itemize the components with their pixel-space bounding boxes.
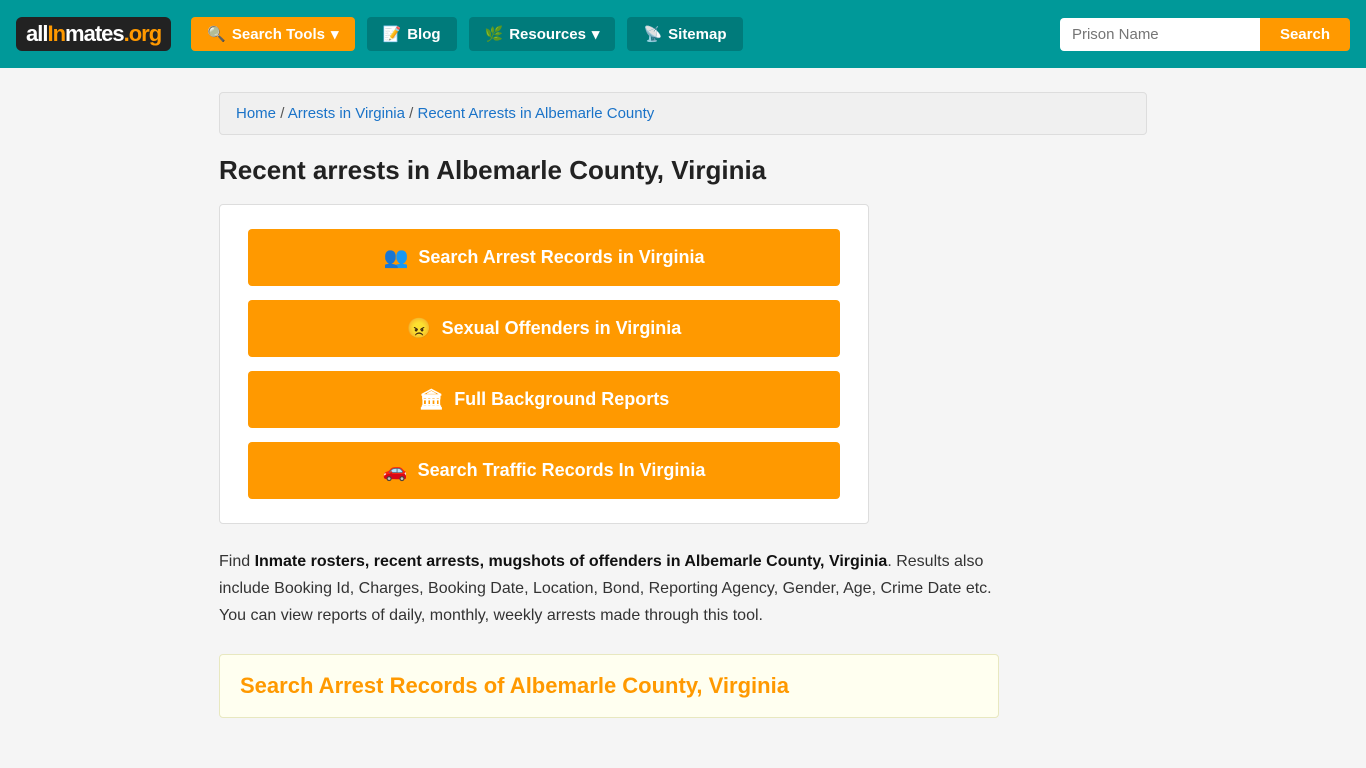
navbar-search: Search xyxy=(1060,18,1350,51)
resources-icon: 🌿 xyxy=(485,25,504,43)
traffic-records-label: Search Traffic Records In Virginia xyxy=(418,460,706,481)
search-tools-label: Search Tools xyxy=(232,26,325,43)
logo-org: .org xyxy=(124,21,162,47)
description: Find Inmate rosters, recent arrests, mug… xyxy=(219,548,999,630)
building-icon: 🏛 xyxy=(419,387,444,412)
navbar-search-label: Search xyxy=(1280,26,1330,43)
logo-all: all xyxy=(26,21,47,47)
breadcrumb-arrests-va[interactable]: Arrests in Virginia xyxy=(288,105,405,122)
sexual-offenders-label: Sexual Offenders in Virginia xyxy=(442,318,682,339)
logo-mates: mates xyxy=(65,21,124,47)
breadcrumb-home[interactable]: Home xyxy=(236,105,276,122)
breadcrumb: Home / Arrests in Virginia / Recent Arre… xyxy=(219,92,1147,135)
offender-icon: 😠 xyxy=(407,316,432,341)
search-tools-button[interactable]: 🔍 Search Tools ▾ xyxy=(191,17,354,51)
sitemap-button[interactable]: 📡 Sitemap xyxy=(627,17,742,51)
background-reports-label: Full Background Reports xyxy=(454,389,669,410)
people-icon: 👥 xyxy=(383,245,408,270)
logo[interactable]: allInmates.org xyxy=(16,17,171,51)
description-bold: Inmate rosters, recent arrests, mugshots… xyxy=(255,553,888,570)
sexual-offenders-button[interactable]: 😠 Sexual Offenders in Virginia xyxy=(248,300,840,357)
blog-button[interactable]: 📝 Blog xyxy=(367,17,457,51)
breadcrumb-current[interactable]: Recent Arrests in Albemarle County xyxy=(418,105,655,122)
page-title: Recent arrests in Albemarle County, Virg… xyxy=(219,155,1147,186)
blog-label: Blog xyxy=(407,26,440,43)
section-box: Search Arrest Records of Albemarle Count… xyxy=(219,654,999,718)
background-reports-button[interactable]: 🏛 Full Background Reports xyxy=(248,371,840,428)
chevron-down-icon-2: ▾ xyxy=(592,25,600,43)
breadcrumb-sep-2: / xyxy=(409,105,417,122)
search-tools-icon: 🔍 xyxy=(207,25,226,43)
logo-in: In xyxy=(47,21,65,47)
sitemap-label: Sitemap xyxy=(668,26,726,43)
traffic-records-button[interactable]: 🚗 Search Traffic Records In Virginia xyxy=(248,442,840,499)
blog-icon: 📝 xyxy=(383,25,402,43)
search-arrests-button[interactable]: 👥 Search Arrest Records in Virginia xyxy=(248,229,840,286)
section-box-title: Search Arrest Records of Albemarle Count… xyxy=(240,673,978,699)
prison-name-input[interactable] xyxy=(1060,18,1260,51)
chevron-down-icon: ▾ xyxy=(331,25,339,43)
breadcrumb-sep-1: / xyxy=(280,105,288,122)
description-prefix: Find xyxy=(219,553,255,570)
search-arrests-label: Search Arrest Records in Virginia xyxy=(418,247,704,268)
resources-button[interactable]: 🌿 Resources ▾ xyxy=(469,17,616,51)
car-icon: 🚗 xyxy=(383,458,408,483)
button-panel: 👥 Search Arrest Records in Virginia 😠 Se… xyxy=(219,204,869,524)
navbar-search-button[interactable]: Search xyxy=(1260,18,1350,51)
main-content: Home / Arrests in Virginia / Recent Arre… xyxy=(203,68,1163,742)
navbar: allInmates.org 🔍 Search Tools ▾ 📝 Blog 🌿… xyxy=(0,0,1366,68)
sitemap-icon: 📡 xyxy=(643,25,662,43)
resources-label: Resources xyxy=(509,26,586,43)
